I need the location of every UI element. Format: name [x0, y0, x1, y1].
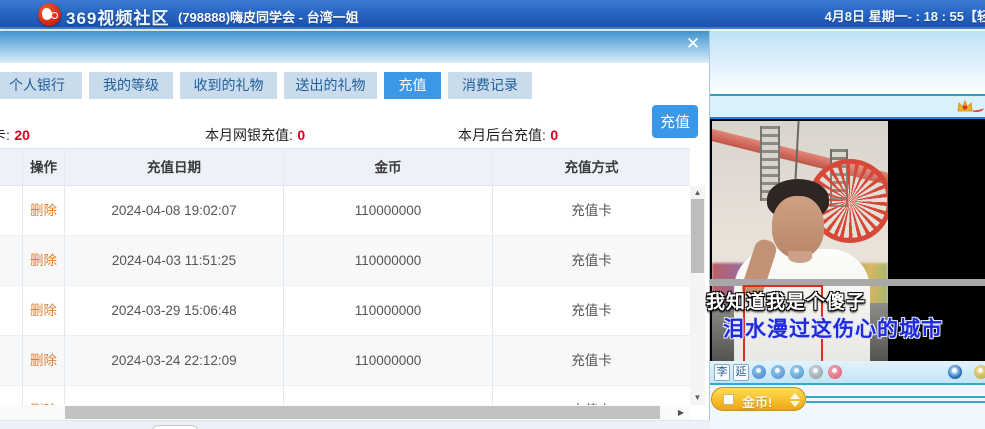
delete-link[interactable]: 删除	[30, 253, 57, 268]
dialog-header: ✕	[0, 31, 709, 63]
person-neck	[788, 251, 812, 263]
row-method: 充值卡	[493, 186, 690, 235]
app-title: 369视频社区	[66, 4, 169, 29]
room-title: (798888)嗨皮同学会 - 台湾一姐	[178, 7, 359, 26]
monthly-backend-recharge: 本月后台充值: 0	[458, 125, 558, 145]
row-method: 充值卡	[493, 336, 690, 385]
row-coins: 110000000	[284, 336, 493, 385]
user-bar-strip	[710, 96, 985, 117]
scroll-down-icon[interactable]: ▼	[690, 391, 705, 405]
delete-link[interactable]: 删除	[30, 353, 57, 368]
card-count: 卡: 20	[0, 125, 30, 145]
tab-consumption-record[interactable]: 消费记录	[448, 72, 532, 99]
coin-spinner[interactable]	[788, 392, 802, 408]
video-toolbar: 李 延	[710, 361, 985, 385]
monthly-backend-recharge-value: 0	[550, 127, 558, 143]
screen: 369视频社区 (798888)嗨皮同学会 - 台湾一姐 4月8日 星期一- :…	[0, 0, 985, 429]
eye-icon[interactable]	[948, 365, 962, 379]
card-count-value: 20	[14, 127, 30, 143]
pagination-button-partial[interactable]	[152, 425, 198, 429]
row-coins: 110000000	[284, 236, 493, 285]
table-row: 删除 2024-03-24 22:12:09 110000000 充值卡	[0, 336, 690, 386]
monthly-online-recharge-label: 本月网银充值:	[205, 127, 293, 143]
table-body: 删除 2024-04-08 19:02:07 110000000 充值卡 删除 …	[0, 186, 690, 405]
delete-link[interactable]: 删除	[30, 303, 57, 318]
scroll-right-icon[interactable]: ▶	[672, 405, 690, 420]
window-titlebar: 369视频社区 (798888)嗨皮同学会 - 台湾一姐 4月8日 星期一- :…	[0, 0, 985, 29]
coin-checkbox[interactable]	[723, 394, 734, 405]
settings-gear-icon[interactable]	[809, 365, 823, 379]
row-coins: 110000000	[284, 286, 493, 335]
monthly-backend-recharge-label: 本月后台充值:	[458, 127, 546, 143]
row-coins: 110000000	[284, 186, 493, 235]
main-app-panel: 李 延 金币!	[710, 31, 985, 429]
tab-recharge[interactable]: 充值	[384, 72, 441, 99]
table-row: 删除 2024-04-03 11:51:25 110000000 充值卡	[0, 236, 690, 286]
horizontal-scrollbar[interactable]	[0, 405, 690, 420]
recharge-dialog: ✕ 个人银行 我的等级 收到的礼物 送出的礼物 充值 消费记录 卡: 20 本月…	[0, 31, 710, 429]
delete-link[interactable]: 删除	[30, 203, 57, 218]
card-count-label: 卡:	[0, 127, 10, 143]
tab-personal-bank[interactable]: 个人银行	[0, 72, 82, 99]
ice-cream-icon[interactable]	[828, 365, 842, 379]
col-header-coins: 金币	[284, 149, 493, 185]
app-background-strip	[710, 31, 985, 94]
col-header-action: 操作	[23, 149, 65, 185]
horizontal-scroll-thumb[interactable]	[65, 406, 660, 419]
row-method: 充值卡	[493, 236, 690, 285]
table-header-spacer	[0, 149, 23, 185]
subtitle-line-2: 泪水漫过这伤心的城市	[723, 313, 943, 343]
row-date: 2024-03-10 18:40:09	[65, 386, 284, 405]
user-button-li[interactable]: 李	[714, 364, 730, 381]
double-divider-line	[806, 396, 985, 403]
monthly-online-recharge-value: 0	[297, 127, 305, 143]
col-header-method: 充值方式	[493, 149, 690, 185]
table-row: 删除 2024-03-29 15:06:48 110000000 充值卡	[0, 286, 690, 336]
table-row: 删除 2024-04-08 19:02:07 110000000 充值卡	[0, 186, 690, 236]
row-date: 2024-04-08 19:02:07	[65, 186, 284, 235]
dialog-tabs: 个人银行 我的等级 收到的礼物 送出的礼物 充值 消费记录	[0, 72, 709, 99]
webcam-icon[interactable]	[790, 365, 804, 379]
tab-gifts-received[interactable]: 收到的礼物	[180, 72, 277, 99]
partial-icon[interactable]	[974, 365, 985, 379]
monthly-online-recharge: 本月网银充值: 0	[205, 125, 305, 145]
person-face	[772, 196, 824, 258]
coin-label: 金币!	[742, 392, 772, 411]
recharge-button[interactable]: 充值	[652, 105, 698, 138]
close-icon[interactable]: ✕	[682, 33, 704, 55]
row-date: 2024-03-24 22:12:09	[65, 336, 284, 385]
dialog-footer	[0, 420, 710, 429]
scroll-up-icon[interactable]: ▲	[690, 186, 705, 200]
tab-gifts-sent[interactable]: 送出的礼物	[284, 72, 377, 99]
date-time-text: 4月8日 星期一- : 18 : 55【轻	[825, 6, 985, 25]
coin-bar[interactable]: 金币!	[711, 387, 806, 411]
vertical-scrollbar[interactable]: ▲ ▼	[690, 186, 705, 405]
table-row: 删除 2024-03-10 18:40:09 110000000 充值卡	[0, 386, 690, 405]
spinner-down-icon[interactable]	[790, 401, 800, 407]
spinner-up-icon[interactable]	[790, 393, 800, 399]
table-header: 操作 充值日期 金币 充值方式	[0, 148, 690, 186]
row-method: 充值卡	[493, 286, 690, 335]
app-logo-icon	[38, 3, 61, 26]
subtitle-line-1: 我知道我是个傻子	[706, 287, 866, 314]
tab-my-level[interactable]: 我的等级	[89, 72, 173, 99]
col-header-date: 充值日期	[65, 149, 284, 185]
crown-icon	[957, 99, 973, 113]
chat-user-icon[interactable]	[771, 365, 785, 379]
vertical-scroll-thumb[interactable]	[691, 199, 704, 273]
row-coins: 110000000	[284, 386, 493, 405]
user-button-yan[interactable]: 延	[733, 364, 749, 381]
row-date: 2024-04-03 11:51:25	[65, 236, 284, 285]
row-method: 充值卡	[493, 386, 690, 405]
row-date: 2024-03-29 15:06:48	[65, 286, 284, 335]
add-user-icon[interactable]	[752, 365, 766, 379]
